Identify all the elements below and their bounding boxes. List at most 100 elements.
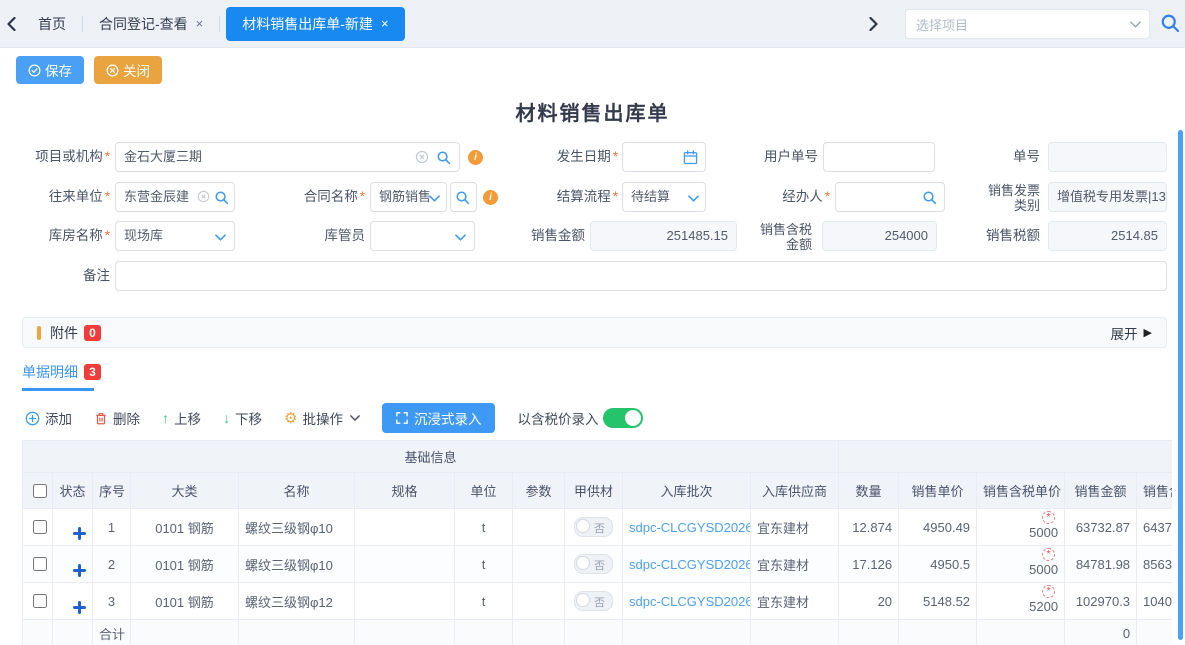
tab-label: 首页 bbox=[38, 14, 66, 34]
arrow-up-icon: ↑ bbox=[162, 410, 169, 426]
delete-row-button[interactable]: 删除 bbox=[94, 408, 140, 428]
tab-material-sales-new[interactable]: 材料销售出库单-新建 bbox=[226, 7, 404, 41]
remark-input[interactable] bbox=[115, 261, 1167, 291]
contract-value: 钢筋销售 bbox=[379, 189, 431, 204]
batch-link[interactable]: sdpc-CLCGYSD2026010 bbox=[629, 594, 751, 609]
handler-input[interactable] bbox=[835, 182, 945, 212]
page-title: 材料销售出库单 bbox=[0, 97, 1185, 126]
settle-flow-value: 待结算 bbox=[631, 189, 670, 204]
col-price: 销售单价 bbox=[899, 473, 977, 509]
doc-no-label: 单号 bbox=[950, 142, 1040, 172]
move-down-button[interactable]: ↓ 下移 bbox=[223, 408, 262, 428]
attachments-bar[interactable]: 附件 0 展开 ▶ bbox=[22, 317, 1167, 348]
invoice-type-label: 销售发票 类别 bbox=[962, 183, 1040, 213]
attachment-marker-icon bbox=[37, 326, 41, 340]
col-supplier: 入库供应商 bbox=[751, 473, 839, 509]
chevron-down-icon bbox=[688, 195, 699, 202]
move-up-button[interactable]: ↑ 上移 bbox=[162, 408, 201, 428]
sale-amount-label: 销售金额 bbox=[500, 221, 585, 251]
sale-amount-tax-value: 254000 bbox=[885, 228, 928, 243]
tax-entry-toggle-group: 以含税价录入 bbox=[517, 408, 643, 428]
calendar-icon[interactable] bbox=[683, 150, 698, 165]
expand-button[interactable]: 展开 ▶ bbox=[1111, 323, 1152, 343]
warehouse-select[interactable]: 现场库 bbox=[115, 221, 235, 251]
row-checkbox[interactable] bbox=[33, 520, 47, 534]
counterparty-value: 东营金辰建 bbox=[124, 189, 189, 204]
select-all-checkbox[interactable] bbox=[33, 484, 47, 498]
required-marker-icon bbox=[1042, 548, 1055, 561]
sale-tax-value: 2514.85 bbox=[1111, 228, 1158, 243]
clear-icon[interactable] bbox=[415, 150, 429, 164]
col-amount: 销售金额 bbox=[1065, 473, 1137, 509]
remark-label: 备注 bbox=[10, 261, 110, 291]
col-qty: 数量 bbox=[839, 473, 899, 509]
row-checkbox[interactable] bbox=[33, 557, 47, 571]
batch-link[interactable]: sdpc-CLCGYSD2026010 bbox=[629, 557, 751, 572]
counterparty-input[interactable]: 东营金辰建 bbox=[115, 182, 235, 212]
contract-select[interactable]: 钢筋销售 bbox=[370, 182, 447, 212]
search-icon[interactable] bbox=[436, 150, 451, 165]
invoice-type-value: 增值税专用发票|13% bbox=[1057, 189, 1167, 204]
forward-chevron-icon[interactable] bbox=[862, 0, 884, 48]
row-checkbox[interactable] bbox=[33, 594, 47, 608]
project-select[interactable]: 选择项目 bbox=[905, 9, 1150, 39]
immersive-entry-button[interactable]: 沉浸式录入 bbox=[382, 403, 496, 433]
total-amount: 0 bbox=[1065, 620, 1137, 645]
batch-link[interactable]: sdpc-CLCGYSD2026010 bbox=[629, 520, 751, 535]
clear-icon[interactable] bbox=[197, 190, 210, 203]
project-select-placeholder: 选择项目 bbox=[916, 15, 968, 34]
settle-flow-select[interactable]: 待结算 bbox=[622, 182, 706, 212]
contract-search-button[interactable] bbox=[450, 182, 477, 212]
column-header-row: 状态 序号 大类 名称 规格 单位 参数 甲供材 入库批次 入库供应商 数量 销… bbox=[23, 473, 1173, 509]
close-button[interactable]: 关闭 bbox=[94, 56, 162, 84]
tax-entry-toggle[interactable] bbox=[603, 408, 643, 428]
detail-count-badge: 3 bbox=[84, 364, 101, 380]
tab-contract-view[interactable]: 合同登记-查看 bbox=[83, 0, 219, 48]
info-icon[interactable]: i bbox=[483, 190, 498, 205]
owner-supplied-toggle[interactable]: 否 bbox=[574, 554, 613, 574]
save-button[interactable]: 保存 bbox=[16, 56, 84, 84]
sale-amount-value: 251485.15 bbox=[667, 228, 728, 243]
keeper-select[interactable] bbox=[370, 221, 475, 251]
date-input[interactable] bbox=[622, 142, 706, 172]
fullscreen-icon bbox=[396, 412, 408, 424]
contract-label: 合同名称* bbox=[270, 182, 365, 212]
invoice-type-input: 增值税专用发票|13% bbox=[1048, 182, 1167, 212]
sale-amount-tax-input: 254000 bbox=[822, 221, 937, 251]
group-header-empty bbox=[839, 441, 1172, 473]
owner-supplied-toggle[interactable]: 否 bbox=[574, 591, 613, 611]
tab-detail[interactable]: 单据明细 3 bbox=[22, 362, 101, 382]
project-input[interactable]: 金石大厦三期 bbox=[115, 142, 460, 172]
close-button-label: 关闭 bbox=[123, 60, 150, 80]
col-spec: 规格 bbox=[355, 473, 455, 509]
arrow-down-icon: ↓ bbox=[223, 410, 230, 426]
detail-tab-underline bbox=[22, 388, 94, 391]
batch-operation-button[interactable]: ⚙ 批操作 bbox=[284, 408, 360, 428]
info-icon[interactable]: i bbox=[468, 150, 483, 165]
vertical-scrollbar[interactable] bbox=[1178, 130, 1183, 640]
add-row-button[interactable]: 添加 bbox=[25, 408, 72, 428]
detail-table: 基础信息 状态 序号 大类 名称 规格 单位 参数 甲供材 入库批次 入库供应商… bbox=[22, 440, 1172, 645]
search-icon bbox=[455, 190, 470, 205]
search-icon[interactable] bbox=[214, 190, 229, 205]
warehouse-value: 现场库 bbox=[124, 228, 163, 243]
close-icon[interactable] bbox=[196, 16, 204, 31]
sale-tax-input: 2514.85 bbox=[1048, 221, 1167, 251]
col-amount-tax: 销售含税金额 bbox=[1137, 473, 1172, 509]
col-name: 名称 bbox=[239, 473, 355, 509]
tab-home[interactable]: 首页 bbox=[22, 0, 82, 48]
material-sales-outbound-page: 首页 合同登记-查看 材料销售出库单-新建 选择项目 保存 bbox=[0, 0, 1185, 645]
owner-supplied-toggle[interactable]: 否 bbox=[574, 517, 613, 537]
table-row: 3 0101 钢筋 螺纹三级钢φ12 t 否 sdpc-CLCGYSD20260… bbox=[23, 583, 1173, 620]
search-icon[interactable] bbox=[1160, 13, 1180, 33]
sale-amount-input: 251485.15 bbox=[590, 221, 737, 251]
col-category: 大类 bbox=[131, 473, 239, 509]
back-chevron-icon[interactable] bbox=[0, 0, 22, 48]
user-no-input[interactable] bbox=[823, 142, 935, 172]
settle-flow-label: 结算流程* bbox=[520, 182, 618, 212]
chevron-down-icon bbox=[455, 234, 466, 241]
chevron-down-icon bbox=[215, 234, 226, 241]
search-icon[interactable] bbox=[922, 190, 937, 205]
date-label: 发生日期* bbox=[520, 142, 618, 172]
close-icon[interactable] bbox=[381, 16, 389, 31]
